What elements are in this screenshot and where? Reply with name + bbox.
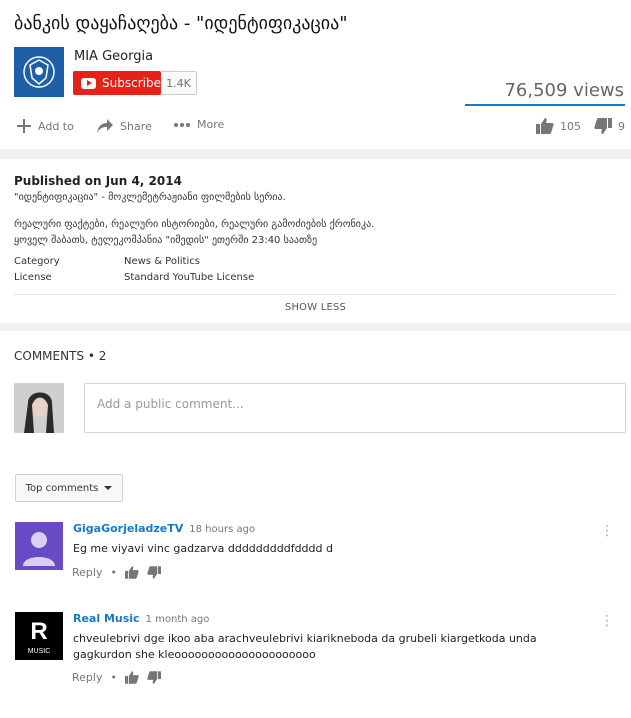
like-count: 105	[560, 119, 581, 133]
thumbs-up-icon[interactable]	[124, 566, 139, 579]
video-title: ბანკის დაყაჩაღება - "იდენტიფიკაცია"	[14, 13, 348, 34]
youtube-play-icon	[81, 77, 97, 89]
show-less-button[interactable]: SHOW LESS	[0, 302, 631, 313]
dislike-count: 9	[618, 119, 625, 133]
view-progress-bar	[465, 104, 625, 106]
commenter-avatar[interactable]: R MUSIC	[15, 612, 63, 660]
description-line: "იდენტიფიკაცია" - მოკლემეტრაჟიანი ფილმებ…	[14, 192, 286, 203]
comment-actions: Reply •	[72, 566, 161, 579]
comment-input-box[interactable]	[84, 383, 626, 433]
comment-menu-icon[interactable]: ⋮	[600, 614, 614, 628]
share-arrow-icon	[96, 118, 114, 134]
add-to-label: Add to	[38, 119, 74, 133]
thumbs-up-icon	[536, 118, 554, 134]
license-label: License	[14, 272, 52, 283]
description-line: რეალური ფაქტები, რეალური ისტორიები, რეალ…	[14, 219, 375, 230]
description-card: Published on Jun 4, 2014 "იდენტიფიკაცია"…	[0, 159, 631, 323]
category-label: Category	[14, 256, 60, 267]
view-count: 76,509 views	[504, 80, 624, 101]
police-emblem-icon	[23, 56, 55, 88]
user-avatar	[14, 383, 64, 433]
comment-author-name[interactable]: Real Music	[73, 612, 140, 625]
channel-logo[interactable]	[14, 47, 64, 97]
reply-button[interactable]: Reply	[72, 566, 102, 579]
subscribe-label: Subscribe	[102, 76, 161, 90]
dislike-button[interactable]: 9	[594, 118, 625, 134]
share-button[interactable]: Share	[96, 118, 152, 134]
comment-time[interactable]: 1 month ago	[146, 614, 210, 625]
share-label: Share	[120, 119, 152, 133]
publish-date: Published on Jun 4, 2014	[14, 174, 182, 188]
caret-down-icon	[104, 486, 113, 490]
add-to-button[interactable]: Add to	[16, 118, 74, 134]
comment-author[interactable]: Real Music 1 month ago	[73, 612, 209, 625]
comment-actions: Reply •	[72, 671, 161, 684]
avatar-caption: MUSIC	[27, 648, 51, 655]
comment-input[interactable]	[95, 396, 599, 412]
commenter-avatar[interactable]	[15, 522, 63, 570]
comment-text: Eg me viyavi vinc gadzarva dddddddddfddd…	[73, 542, 333, 555]
comment-author-name[interactable]: GigaGorjeladzeTV	[73, 522, 183, 535]
comments-card: COMMENTS • 2 Top comments GigaGorjeladze…	[0, 331, 631, 718]
thumbs-up-icon[interactable]	[124, 671, 139, 684]
sort-label: Top comments	[25, 482, 99, 494]
separator-dot: •	[110, 671, 117, 684]
subscribe-button[interactable]: Subscribe	[73, 71, 161, 95]
plus-icon	[16, 118, 32, 134]
comment-text: chveulebrivi dge ikoo aba arachveulebriv…	[73, 632, 537, 661]
like-button[interactable]: 105	[536, 118, 581, 134]
thumbs-down-icon[interactable]	[147, 671, 161, 684]
divider	[14, 294, 617, 295]
video-info-card: ბანკის დაყაჩაღება - "იდენტიფიკაცია" MIA …	[0, 0, 631, 149]
comment-time[interactable]: 18 hours ago	[189, 524, 255, 535]
view-progress-fill	[465, 104, 625, 106]
separator-dot: •	[110, 566, 117, 579]
more-dots-icon	[173, 122, 191, 128]
subscriber-count: 1.4K	[161, 71, 197, 95]
default-user-icon	[15, 522, 63, 570]
category-value[interactable]: News & Politics	[124, 256, 200, 267]
comment-author[interactable]: GigaGorjeladzeTV 18 hours ago	[73, 522, 255, 535]
comments-header: COMMENTS • 2	[14, 349, 107, 363]
thumbs-down-icon[interactable]	[147, 566, 161, 579]
reply-button[interactable]: Reply	[72, 671, 102, 684]
comment-menu-icon[interactable]: ⋮	[600, 524, 614, 538]
more-button[interactable]: More	[173, 118, 224, 131]
more-label: More	[197, 118, 225, 131]
license-value: Standard YouTube License	[124, 272, 255, 283]
channel-name[interactable]: MIA Georgia	[74, 49, 153, 64]
thumbs-down-icon	[594, 118, 612, 134]
sort-comments-dropdown[interactable]: Top comments	[15, 474, 123, 502]
description-line: ყოველ შაბათს, ტელეკომპანია "იმედის" ეთერ…	[14, 235, 318, 246]
avatar-letter: R	[30, 618, 48, 645]
